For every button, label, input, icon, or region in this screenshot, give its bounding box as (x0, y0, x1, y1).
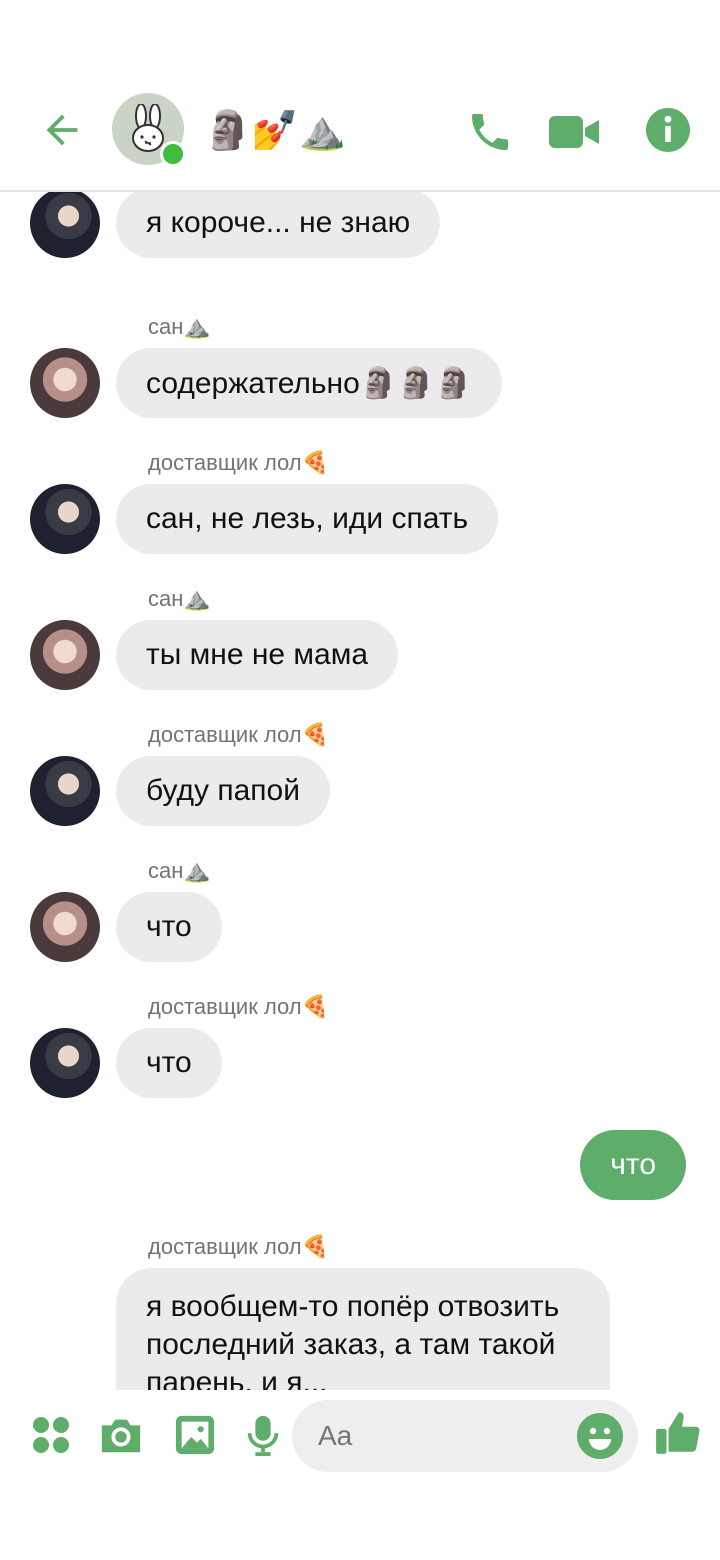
message-row: доставщик лол🍕 что (0, 994, 720, 1130)
message-bubble[interactable]: буду папой (116, 756, 330, 826)
message-bubble[interactable]: сан, не лезь, иди спать (116, 484, 499, 554)
group-avatar[interactable] (112, 93, 186, 167)
sender-name: доставщик лол🍕 (148, 1234, 330, 1259)
avatar[interactable] (30, 190, 100, 258)
back-button[interactable] (36, 104, 88, 156)
sender-name: доставщик лол🍕 (148, 450, 330, 475)
own-message-bubble[interactable]: что (580, 1130, 686, 1200)
message-row: я короче... не знаю (0, 190, 720, 314)
thumbs-up-icon (656, 1412, 700, 1454)
conversation-info-button[interactable] (642, 104, 694, 156)
avatar[interactable] (30, 756, 100, 826)
phone-icon (472, 114, 508, 150)
avatar[interactable] (30, 1028, 100, 1098)
message-bubble[interactable]: ты мне не мама (116, 620, 399, 690)
info-icon (646, 108, 690, 152)
message-bubble[interactable]: я короче... не знаю (116, 190, 441, 258)
avatar[interactable] (30, 348, 100, 418)
message-input-box[interactable] (292, 1400, 638, 1472)
online-status-dot (160, 141, 186, 167)
apps-button[interactable] (26, 1410, 76, 1460)
smiley-icon (577, 1413, 623, 1459)
avatar[interactable] (30, 620, 100, 690)
emoji-button[interactable] (576, 1412, 624, 1460)
sender-name: доставщик лол🍕 (148, 722, 330, 747)
avatar[interactable] (30, 892, 100, 962)
message-list[interactable]: я короче... не знаю сан⛰️ содержательно🗿… (0, 190, 720, 1390)
message-input[interactable] (316, 1419, 560, 1453)
arrow-left-icon (46, 114, 78, 146)
camera-button[interactable] (96, 1410, 146, 1460)
video-call-button[interactable] (546, 104, 602, 160)
apps-grid-icon (33, 1417, 69, 1453)
message-row: доставщик лол🍕 буду папой (0, 722, 720, 858)
avatar[interactable] (30, 484, 100, 554)
message-bubble[interactable]: я вообщем-то попёр отвозить последний за… (116, 1268, 610, 1390)
sender-name: сан⛰️ (148, 858, 211, 883)
like-button[interactable] (654, 1408, 704, 1458)
chat-header: 🗿💅⛰️ (0, 0, 720, 192)
gallery-button[interactable] (170, 1410, 220, 1460)
sender-name: сан⛰️ (148, 314, 211, 339)
message-row: доставщик лол🍕 я вообщем-то попёр отвози… (0, 1234, 720, 1390)
sender-name: доставщик лол🍕 (148, 994, 330, 1019)
message-row: доставщик лол🍕 сан, не лезь, иди спать (0, 450, 720, 586)
message-row-own: что (0, 1130, 720, 1234)
camera-icon (101, 1419, 141, 1453)
message-row: сан⛰️ ты мне не мама (0, 586, 720, 722)
chat-title[interactable]: 🗿💅⛰️ (204, 108, 346, 152)
message-bubble[interactable]: содержательно🗿🗿🗿 (116, 348, 502, 418)
microphone-icon (247, 1415, 279, 1456)
message-row: сан⛰️ содержательно🗿🗿🗿 (0, 314, 720, 450)
message-row: сан⛰️ что (0, 858, 720, 994)
image-icon (175, 1415, 215, 1455)
voice-message-button[interactable] (238, 1410, 288, 1460)
video-camera-icon (549, 116, 599, 148)
message-bubble[interactable]: что (116, 892, 222, 962)
sender-name: сан⛰️ (148, 586, 211, 611)
audio-call-button[interactable] (462, 104, 518, 160)
message-composer (0, 1390, 720, 1486)
message-bubble[interactable]: что (116, 1028, 222, 1098)
